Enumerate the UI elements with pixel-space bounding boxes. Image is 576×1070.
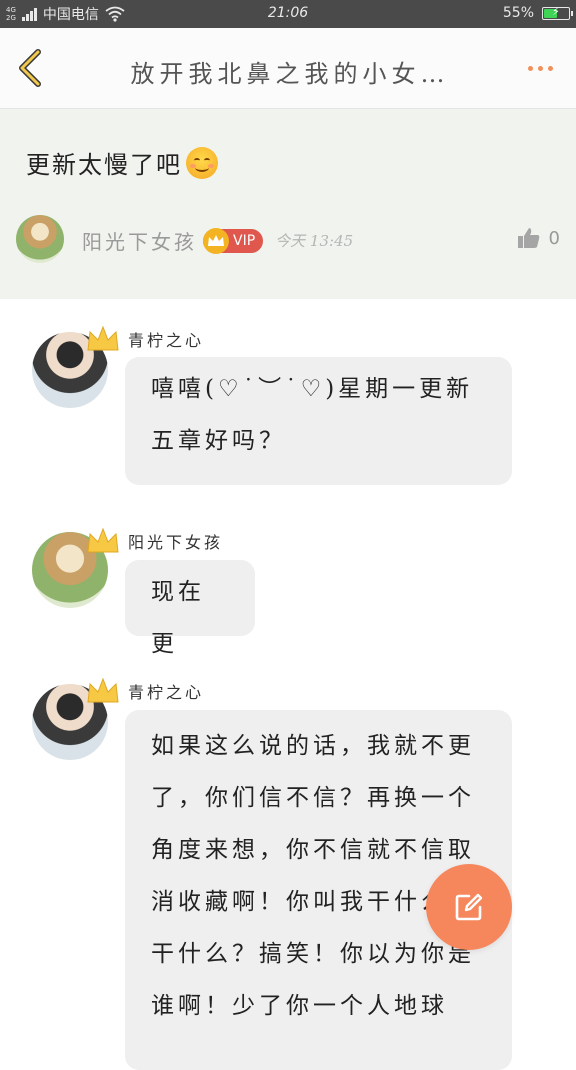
battery-icon: ⚡ bbox=[542, 5, 573, 20]
comment-author[interactable]: 青柠之心 bbox=[128, 327, 204, 351]
write-comment-button[interactable] bbox=[426, 864, 512, 950]
chevron-left-icon bbox=[19, 49, 41, 87]
crown-icon bbox=[87, 527, 119, 553]
original-post: 更新太慢了吧 阳光下女孩 VIP 今天 13:45 0 bbox=[0, 109, 576, 299]
vip-badge: VIP bbox=[203, 227, 264, 254]
post-text: 更新太慢了吧 bbox=[26, 151, 182, 179]
status-bar: 4G 2G 中国电信 21:06 55% ⚡ bbox=[0, 0, 576, 28]
comment-author[interactable]: 青柠之心 bbox=[128, 679, 204, 703]
post-time: 今天 13:45 bbox=[275, 232, 354, 250]
post-meta: 阳光下女孩 VIP 今天 13:45 bbox=[82, 226, 353, 255]
avatar[interactable] bbox=[16, 215, 64, 263]
status-time: 21:06 bbox=[267, 5, 309, 21]
vip-label: VIP bbox=[233, 232, 256, 249]
nav-bar: 放开我北鼻之我的小女… bbox=[0, 28, 576, 109]
comment-bubble: 嘻嘻(♡˙︶˙♡)星期一更新五章好吗？ bbox=[125, 357, 512, 485]
crown-icon bbox=[87, 325, 119, 351]
back-button[interactable] bbox=[12, 46, 52, 90]
post-content: 更新太慢了吧 bbox=[26, 145, 218, 180]
page-title: 放开我北鼻之我的小女… bbox=[130, 60, 450, 88]
comment-author[interactable]: 阳光下女孩 bbox=[128, 529, 223, 553]
like-count: 0 bbox=[548, 227, 560, 249]
more-dots-icon bbox=[527, 65, 533, 71]
thumbs-up-icon bbox=[517, 228, 539, 248]
crown-icon bbox=[87, 677, 119, 703]
more-button[interactable] bbox=[520, 54, 560, 82]
comment-item: 青柠之心 嘻嘻(♡˙︶˙♡)星期一更新五章好吗？ bbox=[0, 320, 576, 495]
post-author[interactable]: 阳光下女孩 bbox=[82, 226, 197, 255]
smile-emoji-icon bbox=[186, 146, 218, 179]
comment-bubble: 现在更 bbox=[125, 560, 255, 657]
like-button[interactable]: 0 bbox=[517, 227, 560, 249]
crown-icon bbox=[203, 227, 229, 254]
comment-item: 青柠之心 如果这么说的话，我就不更了，你们信不信？再换一个角度来想，你不信就不信… bbox=[0, 672, 576, 1070]
comment-item: 阳光下女孩 现在更 bbox=[0, 522, 576, 657]
battery-percent: 55% bbox=[502, 5, 534, 21]
edit-icon bbox=[455, 893, 483, 921]
